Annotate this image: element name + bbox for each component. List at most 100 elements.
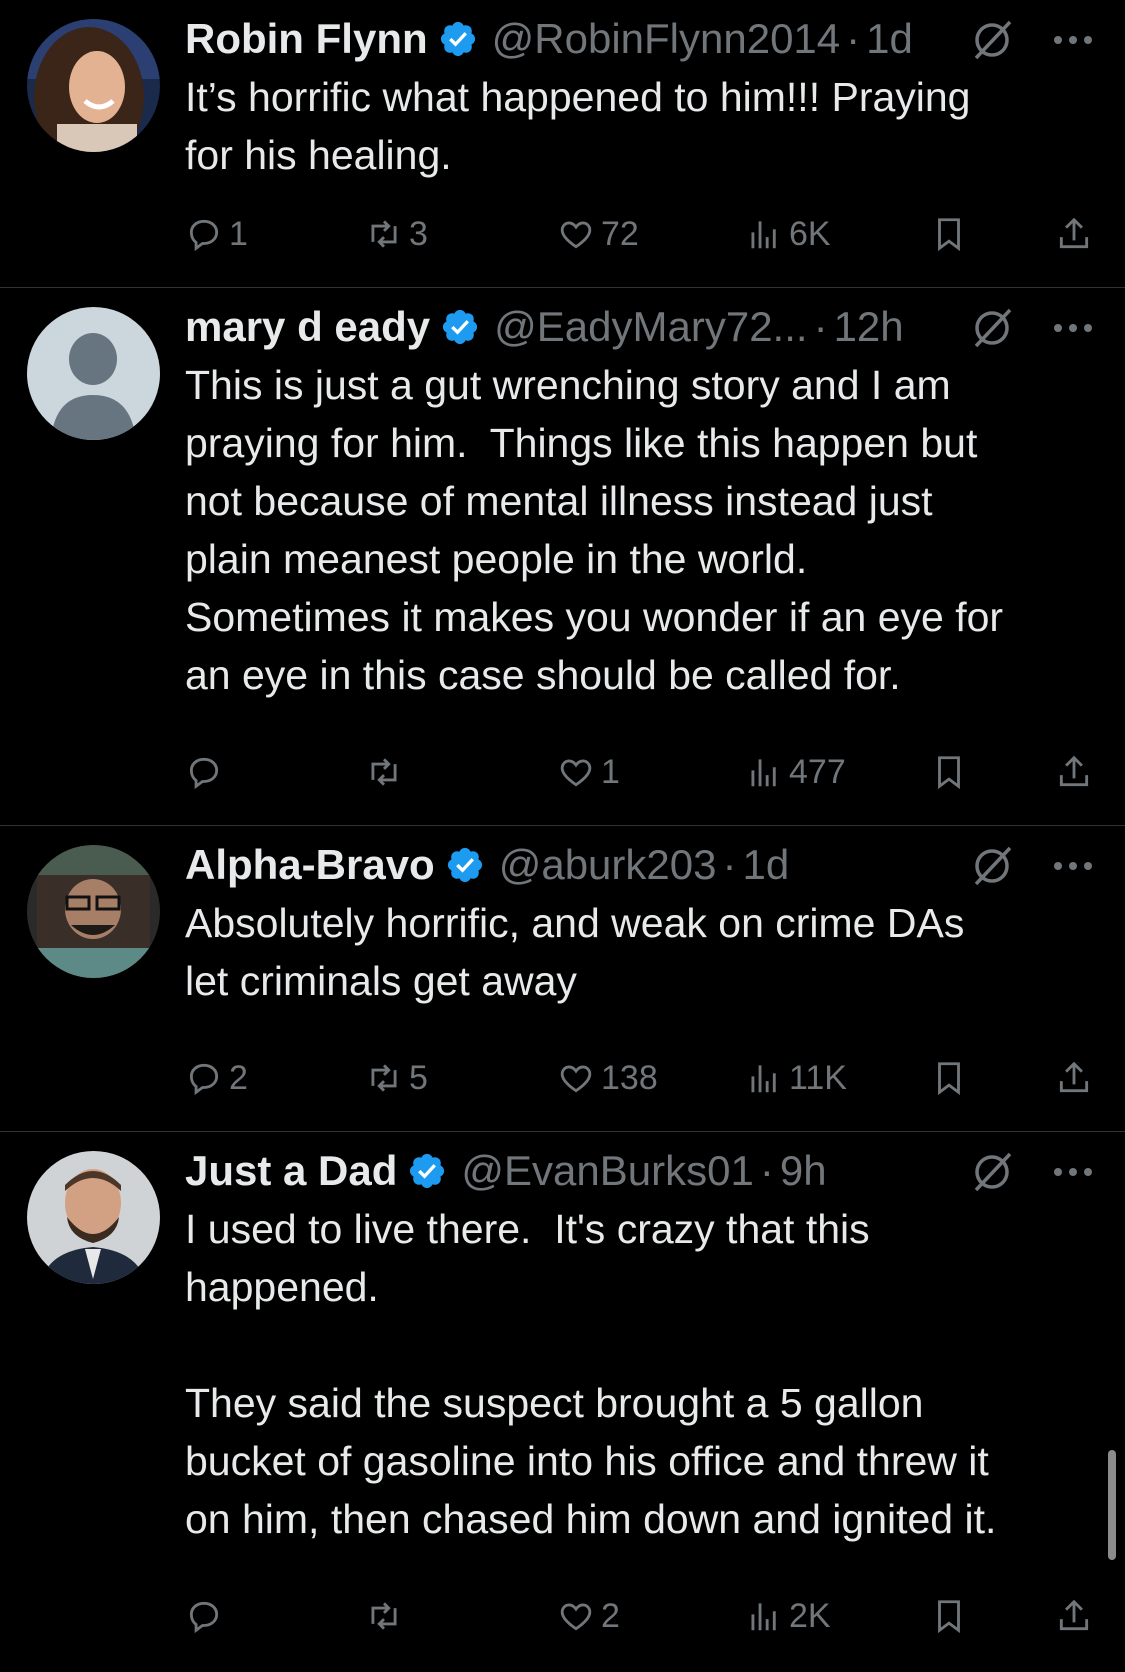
action-bar: 1 477 [185, 748, 1105, 796]
handle[interactable]: @aburk203 [499, 841, 717, 889]
repost-icon [371, 758, 397, 786]
separator-dot: · [722, 841, 737, 888]
reply-button[interactable]: 1 [185, 210, 248, 258]
share-icon [1059, 1061, 1089, 1093]
bookmark-icon [938, 1062, 960, 1096]
views-button[interactable]: 2K [745, 1592, 831, 1640]
views-button[interactable]: 477 [745, 748, 846, 796]
verified-badge-icon[interactable] [445, 845, 485, 885]
tweet-header: Alpha-Bravo @aburk203 · 1d [185, 840, 975, 890]
grok-icon[interactable] [970, 1150, 1014, 1194]
verified-badge-icon[interactable] [438, 19, 478, 59]
share-icon [1059, 217, 1089, 249]
like-button[interactable]: 2 [557, 1592, 620, 1640]
reply-button[interactable]: 2 [185, 1054, 248, 1102]
reply-count: 1 [229, 214, 248, 253]
like-icon [560, 221, 592, 249]
tweet-text: It’s horrific what happened to him!!! Pr… [185, 74, 971, 178]
reply-button[interactable] [185, 1592, 229, 1640]
reply-icon [189, 1601, 219, 1634]
like-button[interactable]: 72 [557, 210, 639, 258]
avatar[interactable] [27, 845, 160, 978]
timestamp[interactable]: 12h [834, 303, 904, 351]
action-bar: 2 5 138 11K [185, 1054, 1105, 1102]
repost-button[interactable]: 5 [365, 1054, 428, 1102]
share-icon [1059, 755, 1089, 787]
share-button[interactable] [1055, 210, 1093, 258]
display-name[interactable]: Alpha-Bravo [185, 841, 435, 889]
grok-icon[interactable] [970, 18, 1014, 62]
tweet[interactable]: Robin Flynn @RobinFlynn2014 · 1d It’s ho… [0, 0, 1125, 288]
tweet-text: Absolutely horrific, and weak on crime D… [185, 900, 965, 1004]
bookmark-button[interactable] [930, 1054, 968, 1102]
views-icon [751, 759, 776, 787]
views-icon [751, 1065, 776, 1093]
repost-button[interactable] [365, 1592, 409, 1640]
verified-badge-icon[interactable] [407, 1151, 447, 1191]
repost-icon [371, 1602, 397, 1630]
bookmark-button[interactable] [930, 1592, 968, 1640]
avatar[interactable] [27, 307, 160, 440]
bookmark-icon [938, 1600, 960, 1634]
more-icon[interactable] [1050, 22, 1096, 58]
bookmark-button[interactable] [930, 748, 968, 796]
like-count: 72 [601, 214, 639, 253]
like-count: 1 [601, 752, 620, 791]
action-bar: 2 2K [185, 1592, 1105, 1640]
repost-button[interactable] [365, 748, 409, 796]
scrollbar[interactable] [1108, 1450, 1116, 1560]
bookmark-icon [938, 218, 960, 252]
display-name[interactable]: Robin Flynn [185, 15, 428, 63]
separator-dot: · [813, 303, 828, 350]
avatar-photo [27, 845, 160, 978]
like-button[interactable]: 1 [557, 748, 620, 796]
tweet-header: Robin Flynn @RobinFlynn2014 · 1d [185, 14, 975, 64]
reply-button[interactable] [185, 748, 229, 796]
display-name[interactable]: mary d eady [185, 303, 430, 351]
reply-icon [189, 219, 219, 252]
reply-count: 2 [229, 1058, 248, 1097]
display-name[interactable]: Just a Dad [185, 1147, 397, 1195]
views-count: 11K [789, 1058, 847, 1097]
share-button[interactable] [1055, 748, 1093, 796]
timestamp[interactable]: 1d [866, 15, 913, 63]
like-count: 138 [601, 1058, 658, 1097]
tweet[interactable]: mary d eady @EadyMary72... · 12h This is… [0, 288, 1125, 826]
views-button[interactable]: 11K [745, 1054, 847, 1102]
views-count: 477 [789, 752, 846, 791]
verified-badge-icon[interactable] [440, 307, 480, 347]
action-bar: 1 3 72 6K [185, 210, 1105, 258]
bookmark-button[interactable] [930, 210, 968, 258]
avatar[interactable] [27, 19, 160, 152]
grok-icon[interactable] [970, 306, 1014, 350]
default-person-avatar [27, 307, 160, 440]
repost-count: 5 [409, 1058, 428, 1097]
handle[interactable]: @RobinFlynn2014 [492, 15, 841, 63]
reply-icon [189, 1063, 219, 1096]
timestamp[interactable]: 1d [742, 841, 789, 889]
like-button[interactable]: 138 [557, 1054, 658, 1102]
tweet[interactable]: Alpha-Bravo @aburk203 · 1d Absolutely ho… [0, 826, 1125, 1132]
views-icon [751, 221, 776, 249]
avatar[interactable] [27, 1151, 160, 1284]
views-button[interactable]: 6K [745, 210, 831, 258]
reply-icon [189, 757, 219, 790]
timestamp[interactable]: 9h [780, 1147, 827, 1195]
views-count: 6K [789, 214, 831, 253]
tweet[interactable]: Just a Dad @EvanBurks01 · 9h I used to l… [0, 1132, 1125, 1672]
avatar-photo [27, 19, 160, 152]
share-button[interactable] [1055, 1054, 1093, 1102]
repost-icon [371, 1064, 397, 1092]
share-button[interactable] [1055, 1592, 1093, 1640]
repost-button[interactable]: 3 [365, 210, 428, 258]
handle[interactable]: @EvanBurks01 [461, 1147, 753, 1195]
more-icon[interactable] [1050, 310, 1096, 346]
separator-dot: · [846, 15, 861, 62]
more-icon[interactable] [1050, 1154, 1096, 1190]
avatar-photo [27, 1151, 160, 1284]
reply-feed: Robin Flynn @RobinFlynn2014 · 1d It’s ho… [0, 0, 1125, 1672]
views-count: 2K [789, 1596, 831, 1635]
handle[interactable]: @EadyMary72... [494, 303, 807, 351]
grok-icon[interactable] [970, 844, 1014, 888]
more-icon[interactable] [1050, 848, 1096, 884]
